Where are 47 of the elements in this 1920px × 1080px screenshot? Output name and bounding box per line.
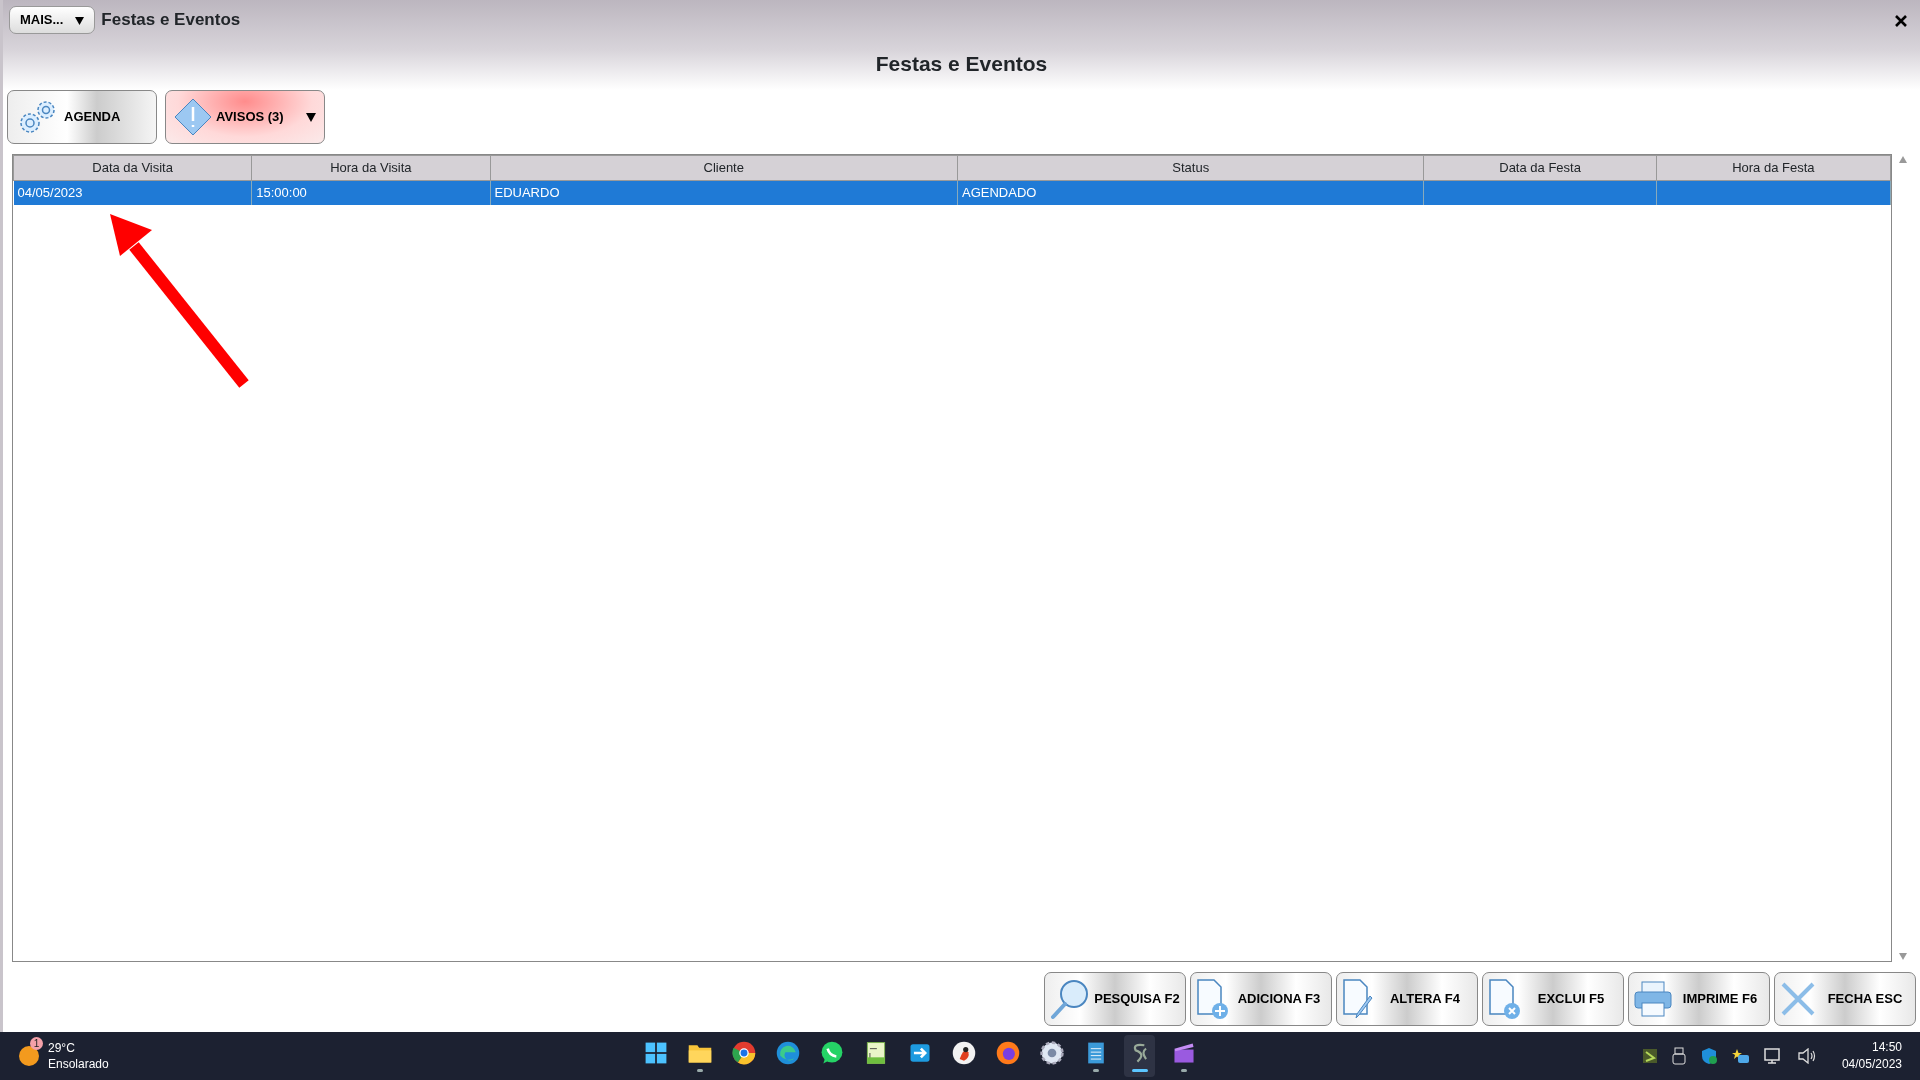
cloud-icon[interactable] xyxy=(1731,1048,1750,1064)
scroll-down-icon[interactable] xyxy=(1899,953,1907,960)
table-cell: 04/05/2023 xyxy=(17,185,83,200)
printer-icon xyxy=(1633,979,1673,1019)
warning-icon xyxy=(174,97,212,136)
edit-document-icon xyxy=(1341,978,1375,1020)
window-title: Festas e Eventos xyxy=(101,9,241,32)
gear-icon xyxy=(1038,1040,1065,1066)
notification-badge: 1 xyxy=(30,1036,43,1050)
page-heading: Festas e Eventos xyxy=(874,51,1049,77)
delete-button[interactable]: EXCLUI F5 xyxy=(1482,972,1624,1026)
browser-icon xyxy=(994,1040,1021,1066)
sun-icon xyxy=(18,1045,40,1067)
usb-icon[interactable] xyxy=(1671,1047,1686,1065)
edit-button[interactable]: ALTERA F4 xyxy=(1336,972,1478,1026)
more-menu-button[interactable]: MAIS... xyxy=(9,6,96,34)
close-button[interactable]: FECHA ESC xyxy=(1774,972,1916,1026)
column-header[interactable]: Cliente xyxy=(490,155,958,180)
browser-icon xyxy=(730,1040,757,1066)
browser-icon xyxy=(774,1040,801,1066)
column-header[interactable]: Data da Visita xyxy=(13,155,252,180)
column-header[interactable]: Hora da Visita xyxy=(251,155,490,180)
caret-icon xyxy=(75,16,85,26)
clock-time[interactable]: 14:50 xyxy=(1841,1039,1902,1056)
table-cell: AGENDADO xyxy=(962,185,1037,200)
table-cell: 15:00:00 xyxy=(256,185,307,200)
close-icon xyxy=(1779,980,1817,1018)
column-header[interactable]: Status xyxy=(957,155,1424,180)
scroll-up-icon[interactable] xyxy=(1899,155,1907,163)
delete-document-icon xyxy=(1487,978,1521,1020)
caret-icon xyxy=(306,112,316,123)
alerts-button[interactable]: AVISOS (3) xyxy=(165,89,325,144)
column-header[interactable]: Data da Festa xyxy=(1423,155,1657,180)
tray-app-icon[interactable] xyxy=(1641,1048,1658,1064)
agenda-button[interactable]: AGENDA xyxy=(7,89,157,144)
shield-icon[interactable] xyxy=(1699,1047,1718,1065)
add-document-icon xyxy=(1195,978,1229,1020)
add-button[interactable]: ADICIONA F3 xyxy=(1190,972,1332,1026)
search-icon xyxy=(1049,978,1091,1020)
print-button[interactable]: IMPRIME F6 xyxy=(1628,972,1770,1026)
column-header[interactable]: Hora da Festa xyxy=(1656,155,1891,180)
clock-date[interactable]: 04/05/2023 xyxy=(1841,1056,1902,1073)
weather-condition: Ensolarado xyxy=(48,1056,109,1073)
search-button[interactable]: PESQUISA F2 xyxy=(1044,972,1186,1026)
speaker-icon[interactable] xyxy=(1797,1048,1816,1064)
temperature-text: 29°C xyxy=(48,1039,76,1056)
table-cell: EDUARDO xyxy=(494,185,560,200)
